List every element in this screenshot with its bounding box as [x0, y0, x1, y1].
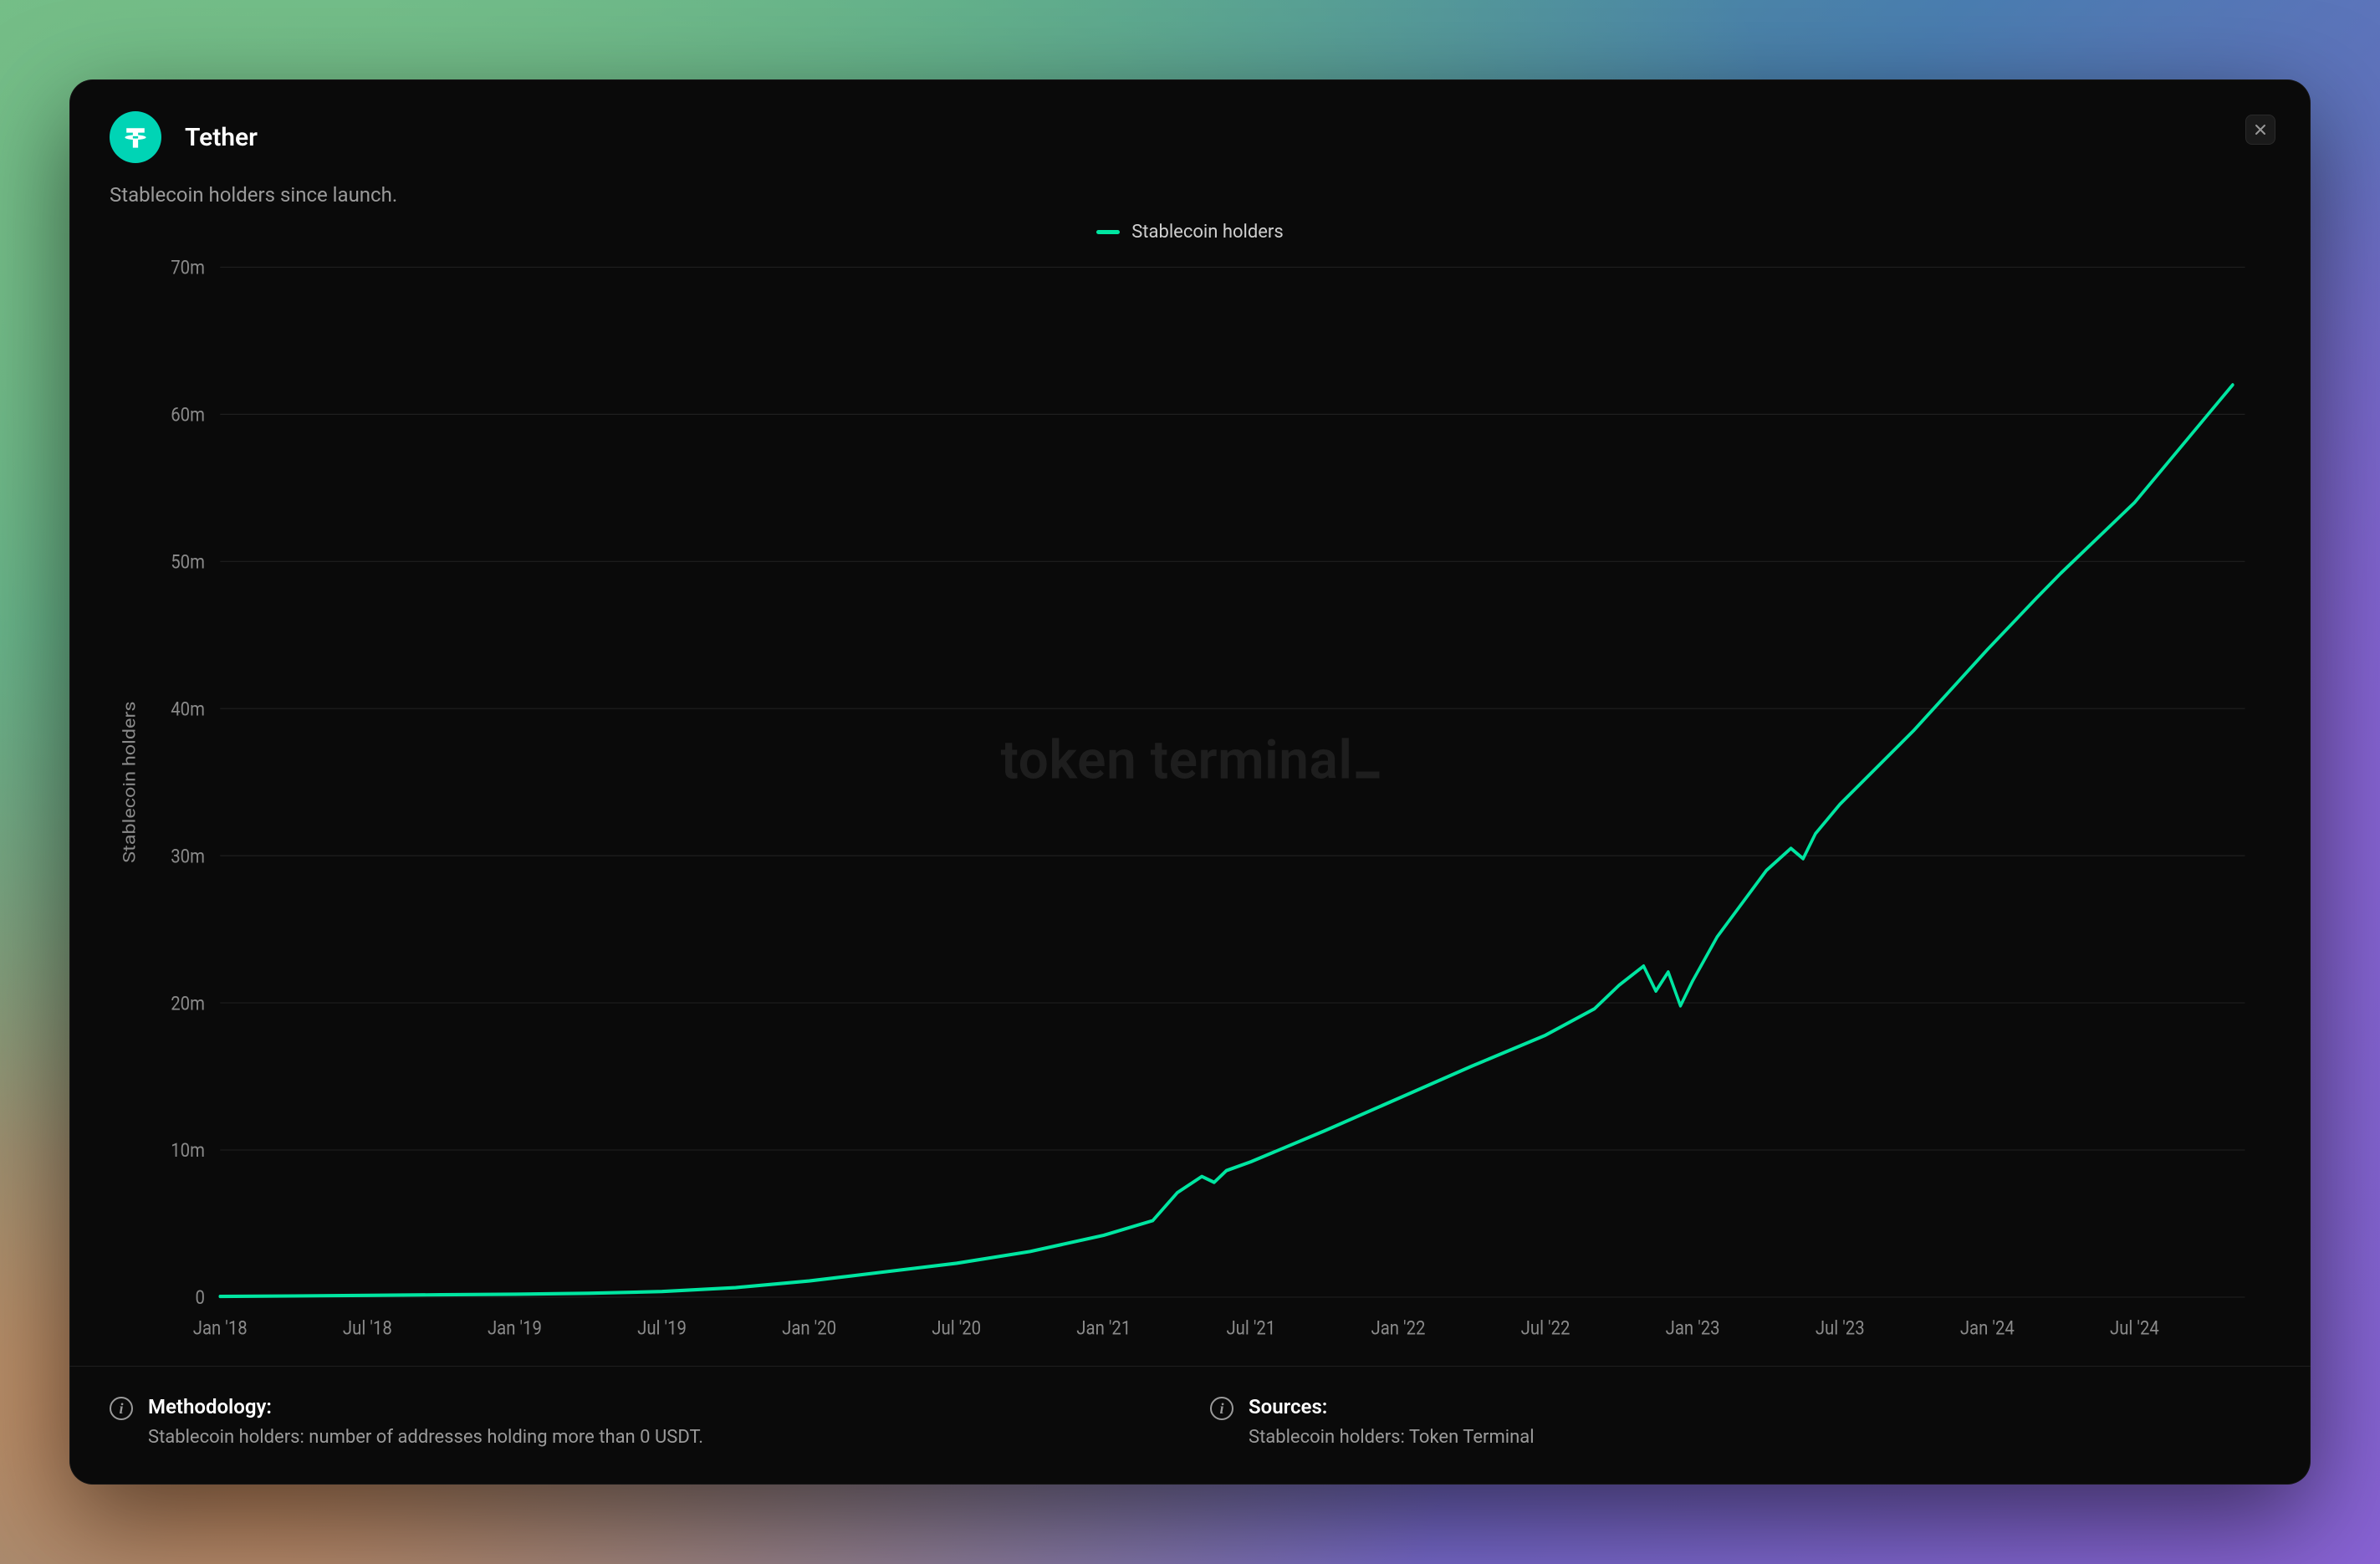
legend-label: Stablecoin holders	[1131, 222, 1284, 243]
svg-text:60m: 60m	[171, 404, 205, 427]
chart-area: token terminal 010m20m30m40m50m60m70mJan…	[69, 244, 2311, 1366]
methodology-text: Stablecoin holders: number of addresses …	[148, 1427, 703, 1448]
card-footer: i Methodology: Stablecoin holders: numbe…	[69, 1366, 2311, 1485]
info-icon: i	[110, 1397, 133, 1420]
info-icon: i	[1210, 1397, 1233, 1420]
svg-text:10m: 10m	[171, 1140, 205, 1163]
svg-text:Jan '20: Jan '20	[782, 1317, 836, 1340]
svg-text:Jul '24: Jul '24	[2110, 1317, 2159, 1340]
svg-text:Jan '21: Jan '21	[1076, 1317, 1131, 1340]
tether-logo-icon	[110, 111, 161, 163]
svg-text:40m: 40m	[171, 698, 205, 721]
methodology-block: i Methodology: Stablecoin holders: numbe…	[110, 1395, 1170, 1448]
svg-text:Jul '18: Jul '18	[343, 1317, 392, 1340]
svg-text:50m: 50m	[171, 551, 205, 574]
svg-text:Jan '22: Jan '22	[1371, 1317, 1425, 1340]
svg-text:Jan '24: Jan '24	[1960, 1317, 2015, 1340]
close-button[interactable]	[2245, 115, 2275, 145]
svg-text:Jan '23: Jan '23	[1666, 1317, 1720, 1340]
svg-text:Jul '22: Jul '22	[1521, 1317, 1570, 1340]
sources-block: i Sources: Stablecoin holders: Token Ter…	[1210, 1395, 2270, 1448]
chart-card: Tether Stablecoin holders since launch. …	[69, 79, 2311, 1485]
svg-text:Jul '23: Jul '23	[1816, 1317, 1865, 1340]
svg-text:Jan '18: Jan '18	[193, 1317, 248, 1340]
chart-legend: Stablecoin holders	[69, 207, 2311, 244]
svg-text:Jan '19: Jan '19	[488, 1317, 542, 1340]
sources-label: Sources:	[1249, 1395, 1535, 1418]
line-chart: 0 10m 20m 30m 40m 50m 60m 70m Jan '18 Jul '18 Jan …	[110, 248, 2270, 1366]
methodology-label: Methodology:	[148, 1395, 703, 1418]
svg-text:0: 0	[196, 1287, 205, 1310]
legend-swatch	[1096, 230, 1120, 234]
svg-text:Jul '19: Jul '19	[637, 1317, 687, 1340]
svg-text:20m: 20m	[171, 993, 205, 1015]
svg-text:70m: 70m	[171, 257, 205, 279]
svg-text:Jul '20: Jul '20	[932, 1317, 981, 1340]
card-title: Tether	[185, 123, 258, 152]
svg-text:30m: 30m	[171, 846, 205, 868]
sources-text: Stablecoin holders: Token Terminal	[1249, 1427, 1535, 1448]
svg-text:Jul '21: Jul '21	[1226, 1317, 1275, 1340]
card-header: Tether	[69, 79, 2311, 163]
card-subtitle: Stablecoin holders since launch.	[69, 163, 2311, 207]
svg-text:Stablecoin holders: Stablecoin holders	[120, 701, 140, 862]
